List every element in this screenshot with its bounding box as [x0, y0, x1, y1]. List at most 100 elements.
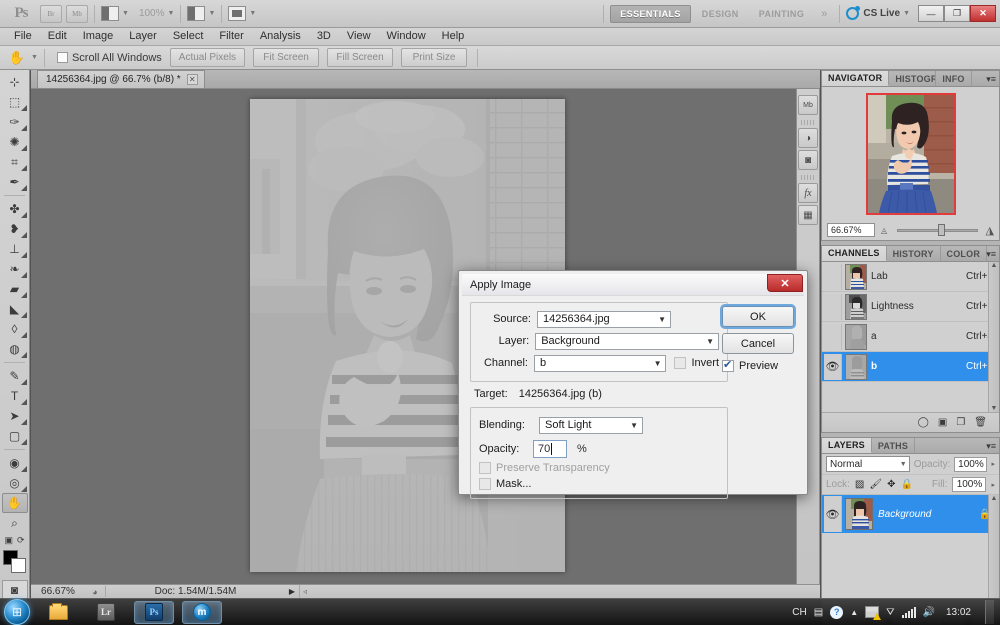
visibility-eye-icon[interactable]: 👁	[824, 294, 842, 320]
apply-image-dialog[interactable]: Apply Image ✕ Source: 14256364.jpg ▼ Lay…	[458, 270, 808, 495]
blending-select[interactable]: Soft Light ▼	[539, 417, 643, 434]
dodge-tool[interactable]: ◍	[2, 339, 28, 359]
blend-mode-select[interactable]: Normal ▼	[826, 456, 910, 472]
document-tab[interactable]: 14256364.jpg @ 66.7% (b/8) * ✕	[37, 70, 205, 88]
network-icon[interactable]: ⛛	[886, 607, 894, 618]
menu-select[interactable]: Select	[165, 28, 212, 45]
channel-row-b[interactable]: 👁 b Ctrl+5	[822, 352, 999, 382]
scroll-up-icon[interactable]: ▲	[989, 262, 999, 269]
crop-tool[interactable]: ⌗	[2, 152, 28, 172]
menu-file[interactable]: File	[6, 28, 40, 45]
layers-list-scrollbar[interactable]: ▲ ▼	[988, 495, 999, 611]
eyedropper-tool[interactable]: ✒	[2, 172, 28, 192]
styles-icon[interactable]: fx	[798, 183, 818, 203]
lock-transparent-pixels-icon[interactable]: ▨	[855, 479, 864, 490]
pen-tool[interactable]: ✎	[2, 366, 28, 386]
visibility-eye-icon[interactable]: 👁	[824, 496, 842, 532]
background-color-swatch[interactable]	[11, 558, 26, 573]
color-swatches[interactable]	[2, 550, 28, 574]
clock-time[interactable]: 13:02	[942, 607, 975, 618]
navigator-thumbnail[interactable]	[866, 93, 956, 215]
menu-window[interactable]: Window	[379, 28, 434, 45]
ime-toolbar-icon[interactable]: ▤	[814, 607, 823, 618]
masks-icon[interactable]: ◙	[798, 150, 818, 170]
taskbar-item-windows-explorer[interactable]	[38, 601, 78, 624]
history-brush-tool[interactable]: ❧	[2, 259, 28, 279]
menu-image[interactable]: Image	[75, 28, 122, 45]
status-zoom-field[interactable]: 66.67%	[31, 586, 85, 597]
taskbar-item-maxthon-browser[interactable]: m	[182, 601, 222, 624]
workspace-tab-painting[interactable]: PAINTING	[750, 5, 814, 23]
rectangle-tool[interactable]: ▢	[2, 426, 28, 446]
path-selection-tool[interactable]: ➤	[2, 406, 28, 426]
panel-menu-icon[interactable]: ▾≡	[986, 249, 996, 260]
type-tool[interactable]: T	[2, 386, 28, 406]
stepper-icon[interactable]: ▸	[991, 481, 995, 489]
menu-layer[interactable]: Layer	[121, 28, 165, 45]
help-icon[interactable]: ?	[830, 606, 843, 619]
scroll-down-icon[interactable]: ▼	[989, 405, 999, 412]
taskbar-item-adobe-lightroom[interactable]: Lr	[86, 601, 126, 624]
load-channel-as-selection-icon[interactable]: ◯	[918, 417, 929, 428]
panel-menu-icon[interactable]: ▾≡	[986, 441, 996, 452]
view-extras-button[interactable]: ▼	[101, 6, 129, 21]
fit-screen-button[interactable]: Fit Screen	[253, 48, 319, 67]
scroll-all-windows-checkbox[interactable]: Scroll All Windows	[57, 52, 162, 64]
status-menu-arrow-icon[interactable]: ▶	[285, 587, 299, 596]
hand-tool-icon[interactable]: ✋	[6, 48, 28, 68]
menu-edit[interactable]: Edit	[40, 28, 75, 45]
layer-row-background[interactable]: 👁 Background	[822, 495, 999, 533]
adjustments-icon[interactable]: ◑	[798, 128, 818, 148]
lock-position-icon[interactable]: ✥	[887, 479, 895, 490]
cancel-button[interactable]: Cancel	[722, 333, 794, 354]
actual-pixels-button[interactable]: Actual Pixels	[170, 48, 245, 67]
zoom-in-icon[interactable]: ◮	[986, 224, 994, 237]
menu-filter[interactable]: Filter	[211, 28, 251, 45]
channel-select[interactable]: b ▼	[534, 355, 667, 372]
menu-help[interactable]: Help	[434, 28, 473, 45]
screen-mode-icon[interactable]: ⟳	[17, 535, 25, 546]
close-button[interactable]: ✕	[970, 5, 996, 22]
navigator-zoom-slider[interactable]: ◬ ◮	[881, 223, 994, 237]
dialog-close-button[interactable]: ✕	[767, 274, 803, 292]
quick-mask-icon[interactable]: ▣	[4, 535, 13, 546]
action-center-flag-icon[interactable]	[865, 606, 879, 618]
tab-history[interactable]: HISTORY	[887, 246, 941, 261]
tab-layers[interactable]: LAYERS	[822, 438, 872, 453]
new-channel-icon[interactable]: ❐	[956, 417, 965, 428]
clone-stamp-tool[interactable]: ⊥	[2, 239, 28, 259]
delete-channel-icon[interactable]: 🗑	[974, 417, 987, 428]
screen-mode-button[interactable]: ▼	[228, 6, 256, 21]
taskbar-item-adobe-photoshop[interactable]: Ps	[134, 601, 174, 624]
channels-list-scrollbar[interactable]: ▲ ▼	[988, 262, 999, 412]
channel-row-a[interactable]: 👁 a Ctrl+4	[822, 322, 999, 352]
slider-knob[interactable]	[938, 224, 945, 236]
zoom-tool[interactable]: ⌕	[2, 513, 28, 533]
stepper-icon[interactable]: ▸	[991, 460, 995, 468]
move-tool[interactable]: ⊹	[2, 72, 28, 92]
layer-opacity-field[interactable]: 100%	[954, 457, 987, 472]
layer-select[interactable]: Background ▼	[535, 333, 719, 350]
lock-all-icon[interactable]: 🔒	[900, 479, 912, 490]
tab-histogram[interactable]: HISTOGRAM	[889, 71, 936, 86]
visibility-eye-icon[interactable]: 👁	[824, 264, 842, 290]
menu-view[interactable]: View	[339, 28, 379, 45]
channel-row-lab[interactable]: 👁 Lab Ctrl+	[822, 262, 999, 292]
source-select[interactable]: 14256364.jpg ▼	[537, 311, 671, 328]
launch-bridge-button[interactable]: Br	[40, 5, 62, 23]
3d-orbit-tool[interactable]: ◎	[2, 473, 28, 493]
opacity-input[interactable]: 70	[533, 440, 567, 458]
panel-menu-icon[interactable]: ▾≡	[986, 74, 996, 85]
save-selection-as-channel-icon[interactable]: ▣	[938, 417, 947, 428]
quick-selection-tool[interactable]: ✺	[2, 132, 28, 152]
mini-bridge-icon[interactable]: Mb	[798, 95, 818, 115]
workspace-tab-design[interactable]: DESIGN	[693, 5, 748, 23]
scroll-up-icon[interactable]: ▲	[989, 495, 999, 502]
dialog-titlebar[interactable]: Apply Image ✕	[462, 274, 804, 296]
arrange-documents-button[interactable]: ▼	[187, 6, 215, 21]
menu-3d[interactable]: 3D	[309, 28, 339, 45]
start-button-icon[interactable]: ⊞	[4, 599, 30, 625]
channel-row-lightness[interactable]: 👁 Lightness	[822, 292, 999, 322]
print-size-button[interactable]: Print Size	[401, 48, 467, 67]
blur-tool[interactable]: ◊	[2, 319, 28, 339]
